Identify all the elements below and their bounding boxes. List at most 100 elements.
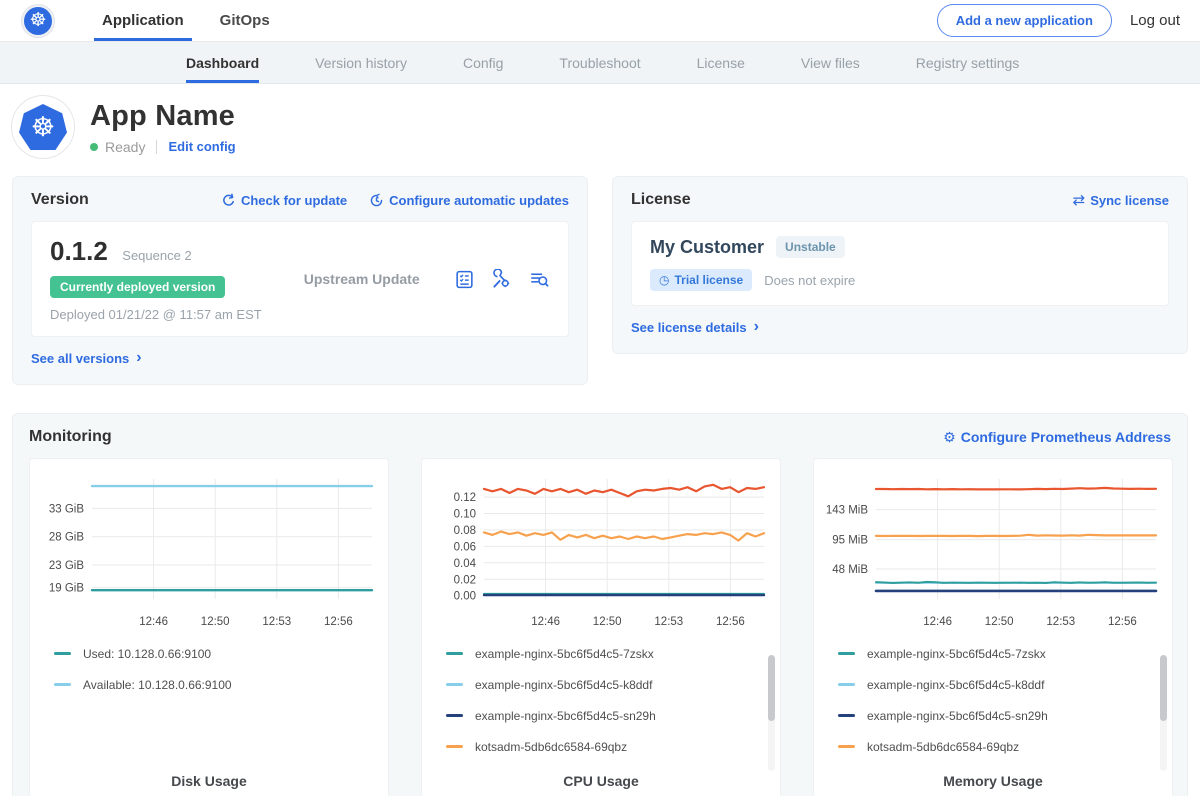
configure-auto-updates-link[interactable]: Configure automatic updates [369,193,569,208]
legend-item[interactable]: example-nginx-5bc6f5d4c5-k8ddf [446,678,770,692]
see-license-details-link[interactable]: See license details › [631,319,759,335]
topnav-tabs: Application GitOps [84,0,288,41]
see-license-details-label: See license details [631,320,747,335]
sync-arrows-icon: ⇄ [1073,193,1086,208]
version-actions [454,269,550,290]
tab-config[interactable]: Config [463,42,503,83]
page-title: App Name [90,100,236,133]
deployed-badge: Currently deployed version [50,276,225,298]
top-nav: ☸ Application GitOps Add a new applicati… [0,0,1200,42]
legend-item[interactable]: example-nginx-5bc6f5d4c5-sn29h [838,709,1162,723]
sync-license-label: Sync license [1090,193,1169,208]
cpu-usage-legend: example-nginx-5bc6f5d4c5-7zskx example-n… [446,647,770,771]
legend-scrollbar[interactable] [1160,655,1167,771]
legend-item[interactable]: example-nginx-5bc6f5d4c5-7zskx [446,647,770,661]
license-card-title: License [631,191,691,209]
tab-troubleshoot[interactable]: Troubleshoot [559,42,640,83]
svg-text:12:46: 12:46 [531,616,560,628]
svg-text:0.06: 0.06 [454,541,476,553]
legend-label: example-nginx-5bc6f5d4c5-sn29h [475,709,656,723]
configure-prometheus-label: Configure Prometheus Address [961,429,1171,445]
check-for-update-link[interactable]: Check for update [221,193,347,208]
legend-item[interactable]: example-nginx-5bc6f5d4c5-k8ddf [838,678,1162,692]
svg-text:12:46: 12:46 [139,616,168,628]
legend-scrollbar[interactable] [768,655,775,771]
scrollbar-thumb[interactable] [1160,655,1167,721]
memory-usage-legend: example-nginx-5bc6f5d4c5-7zskx example-n… [838,647,1162,771]
svg-text:95 MiB: 95 MiB [832,534,868,546]
scrollbar-thumb[interactable] [768,655,775,721]
legend-label: kotsadm-5db6dc6584-69qbz [475,740,627,754]
see-all-versions-link[interactable]: See all versions › [31,350,142,366]
license-card-links: ⇄ Sync license [1073,193,1169,208]
legend-swatch [54,683,71,686]
svg-text:12:53: 12:53 [1046,616,1075,628]
tab-version-history[interactable]: Version history [315,42,407,83]
configure-prometheus-link[interactable]: ⚙ Configure Prometheus Address [943,429,1171,445]
view-logs-icon[interactable] [528,269,550,290]
legend-item[interactable]: example-nginx-5bc6f5d4c5-sn29h [446,709,770,723]
svg-text:23 GiB: 23 GiB [49,560,84,572]
legend-swatch [838,683,855,686]
tab-license[interactable]: License [697,42,745,83]
monitoring-title: Monitoring [29,428,112,446]
legend-item[interactable]: Used: 10.128.0.66:9100 [54,647,378,661]
version-card: Version Check for update Configure autom… [12,176,588,385]
svg-text:0.08: 0.08 [454,525,476,537]
legend-label: example-nginx-5bc6f5d4c5-sn29h [867,709,1048,723]
legend-swatch [838,652,855,655]
app-title-block: App Name Ready Edit config [90,100,236,155]
check-for-update-label: Check for update [241,193,347,208]
release-notes-icon[interactable] [454,269,475,290]
see-all-versions-label: See all versions [31,351,129,366]
legend-swatch [446,714,463,717]
app-header: ☸ App Name Ready Edit config [0,84,1200,168]
customer-name: My Customer [650,237,764,258]
memory-usage-card: 12:4612:5012:5312:56143 MiB95 MiB48 MiB … [813,458,1173,796]
legend-swatch [54,652,71,655]
legend-item[interactable]: kotsadm-5db6dc6584-69qbz [838,740,1162,754]
disk-usage-chart: 12:4612:5012:5312:5633 GiB28 GiB23 GiB19… [40,471,380,637]
license-info-card: My Customer Unstable ◷ Trial license Doe… [631,221,1169,306]
memory-usage-chart: 12:4612:5012:5312:56143 MiB95 MiB48 MiB [824,471,1164,637]
tab-gitops[interactable]: GitOps [202,0,288,41]
svg-text:12:56: 12:56 [1108,616,1137,628]
app-sub-nav: Dashboard Version history Config Trouble… [0,42,1200,84]
preflight-checks-icon[interactable] [491,269,512,290]
chevron-right-icon: › [754,319,759,335]
legend-label: Used: 10.128.0.66:9100 [83,647,211,661]
tab-application[interactable]: Application [84,0,202,41]
svg-text:12:56: 12:56 [324,616,353,628]
tab-registry-settings[interactable]: Registry settings [916,42,1019,83]
svg-text:33 GiB: 33 GiB [49,503,84,515]
kubernetes-heptagon-icon: ☸ [19,104,67,150]
trial-license-label: Trial license [674,273,743,287]
chart-title: CPU Usage [432,773,770,789]
helm-wheel-glyph: ☸ [29,11,46,30]
logout-link[interactable]: Log out [1130,12,1186,29]
license-type-row: ◷ Trial license Does not expire [650,269,1150,291]
legend-item[interactable]: example-nginx-5bc6f5d4c5-7zskx [838,647,1162,661]
kots-admin-dashboard: ☸ Application GitOps Add a new applicati… [0,0,1200,796]
svg-text:0.10: 0.10 [454,508,476,520]
sync-license-link[interactable]: ⇄ Sync license [1073,193,1169,208]
sequence-label: Sequence 2 [122,248,191,263]
tab-dashboard[interactable]: Dashboard [186,42,259,83]
divider [156,140,157,154]
legend-item[interactable]: Available: 10.128.0.66:9100 [54,678,378,692]
svg-text:12:50: 12:50 [201,616,230,628]
legend-item[interactable]: kotsadm-5db6dc6584-69qbz [446,740,770,754]
chart-title: Memory Usage [824,773,1162,789]
monitoring-links: ⚙ Configure Prometheus Address [943,429,1171,445]
version-card-links: Check for update Configure automatic upd… [221,193,569,208]
license-card-header: License ⇄ Sync license [631,191,1169,209]
version-card-header: Version Check for update Configure autom… [31,191,569,209]
license-card: License ⇄ Sync license My Customer Unsta… [612,176,1188,354]
add-application-button[interactable]: Add a new application [937,4,1112,37]
tab-view-files[interactable]: View files [801,42,860,83]
svg-text:28 GiB: 28 GiB [49,531,84,543]
legend-label: example-nginx-5bc6f5d4c5-k8ddf [475,678,652,692]
legend-swatch [838,745,855,748]
edit-config-link[interactable]: Edit config [168,139,235,154]
version-info-block: 0.1.2 Sequence 2 Currently deployed vers… [50,236,262,322]
